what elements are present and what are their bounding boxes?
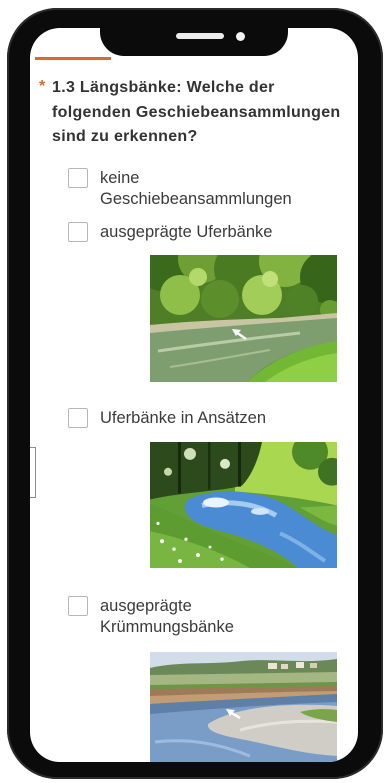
checkbox[interactable]	[68, 596, 88, 616]
answer-option-ansaetze[interactable]: Uferbänke in Ansätzen	[68, 408, 318, 429]
checkbox[interactable]	[68, 408, 88, 428]
required-marker: *	[39, 78, 46, 95]
answer-option-kruemmungsbaenke[interactable]: ausgeprägte Krümmungsbänke	[68, 596, 318, 639]
phone-frame: * 1.3 Längsbänke: Welche der folgenden G…	[7, 8, 383, 779]
photo	[150, 442, 337, 568]
progress-bar	[35, 57, 353, 60]
photo	[150, 652, 337, 762]
progress-bar-fill	[35, 57, 112, 60]
photo	[150, 255, 337, 382]
answer-option-uferbaenke[interactable]: ausgeprägte Uferbänke	[68, 222, 318, 243]
answer-option-keine[interactable]: keine Geschiebeansammlungen	[68, 168, 318, 211]
checkbox[interactable]	[68, 222, 88, 242]
speaker-grille	[176, 33, 224, 39]
question-title: 1.3 Längsbänke: Welche der folgenden Ges…	[52, 79, 341, 145]
side-handle[interactable]	[30, 447, 36, 498]
checkbox[interactable]	[68, 168, 88, 188]
option-image-ansaetze	[150, 442, 337, 568]
option-label: Uferbänke in Ansätzen	[100, 408, 267, 427]
phone-screen: * 1.3 Längsbänke: Welche der folgenden G…	[30, 28, 358, 762]
option-image-uferbaenke	[150, 255, 337, 382]
option-image-kruemmungsbaenke	[150, 652, 337, 762]
option-label: ausgeprägte Uferbänke	[100, 222, 273, 241]
front-camera	[236, 31, 245, 41]
phone-notch	[100, 18, 288, 56]
option-label: ausgeprägte Krümmungsbänke	[100, 596, 234, 637]
option-label: keine Geschiebeansammlungen	[100, 168, 292, 209]
